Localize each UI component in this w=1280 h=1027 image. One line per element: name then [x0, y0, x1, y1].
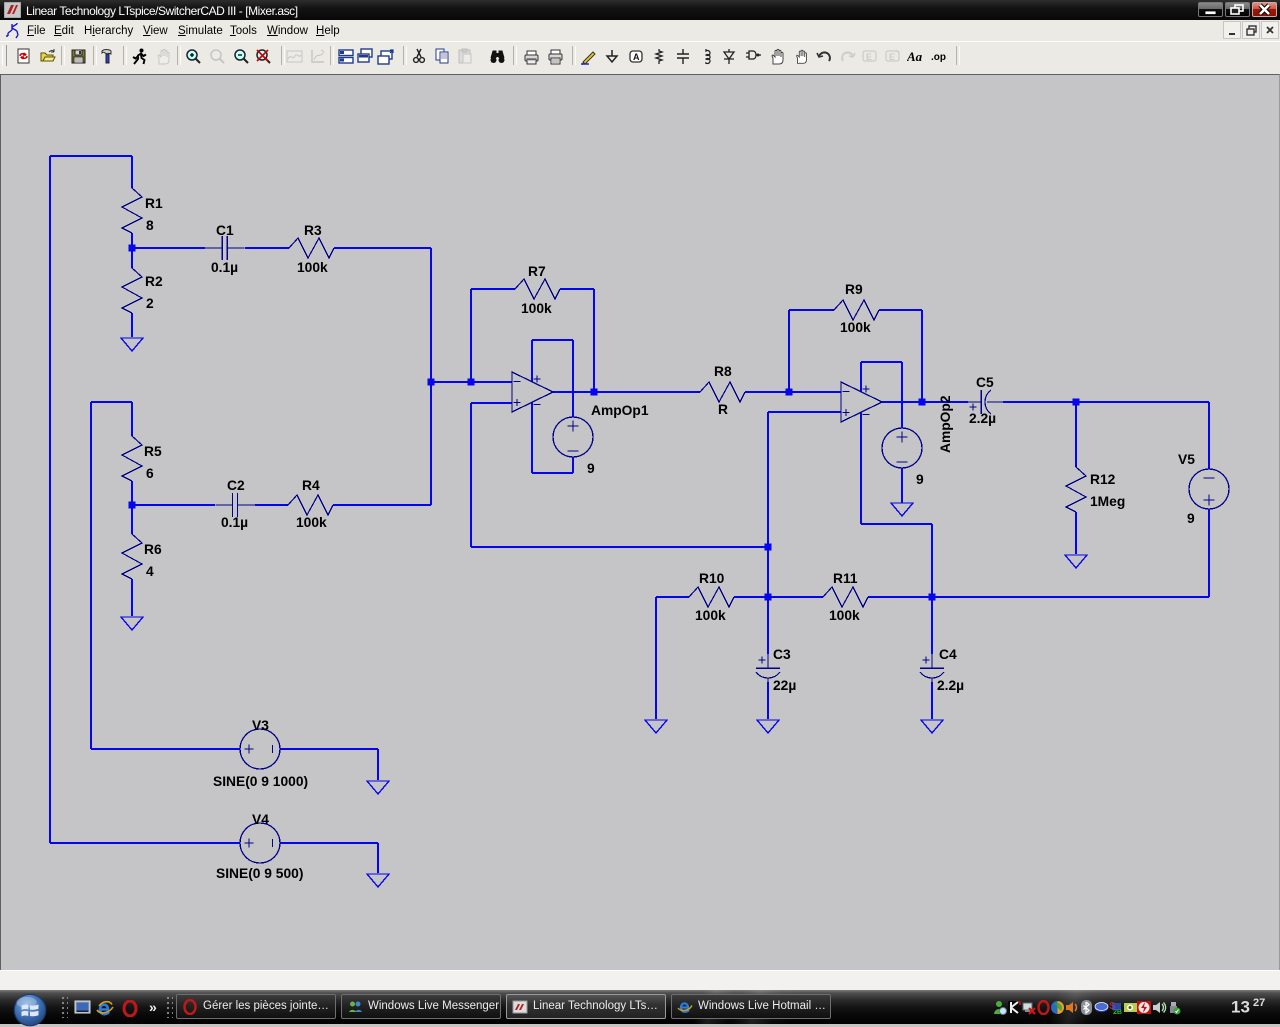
svg-text:C2: C2 [227, 478, 245, 493]
svg-text:R: R [718, 402, 728, 417]
svg-text:0.1µ: 0.1µ [211, 260, 238, 275]
svg-text:100k: 100k [840, 320, 871, 335]
svg-text:100k: 100k [521, 301, 552, 316]
svg-text:0.1µ: 0.1µ [221, 515, 248, 530]
svg-text:9: 9 [587, 461, 595, 476]
svg-text:2.2µ: 2.2µ [969, 411, 996, 426]
svg-text:E: E [889, 52, 895, 62]
svg-text:R9: R9 [845, 282, 863, 297]
svg-text:R1: R1 [145, 196, 163, 211]
svg-text:R12: R12 [1090, 472, 1116, 487]
svg-text:V3: V3 [252, 718, 269, 733]
svg-text:A: A [633, 52, 640, 62]
svg-text:6: 6 [146, 466, 154, 481]
svg-text:R7: R7 [528, 264, 546, 279]
svg-text:100k: 100k [829, 608, 860, 623]
svg-text:R5: R5 [144, 444, 162, 459]
svg-text:AmpOp2: AmpOp2 [938, 395, 953, 453]
svg-text:AmpOp1: AmpOp1 [591, 403, 649, 418]
svg-text:V5: V5 [1178, 452, 1195, 467]
svg-text:100k: 100k [297, 260, 328, 275]
svg-text:C4: C4 [939, 647, 957, 662]
svg-text:Aa: Aa [907, 49, 923, 64]
svg-text:R11: R11 [833, 571, 858, 586]
svg-text:V4: V4 [252, 812, 269, 827]
svg-text:C3: C3 [773, 647, 791, 662]
svg-text:8: 8 [146, 218, 154, 233]
svg-text:C1: C1 [216, 223, 234, 238]
svg-text:R3: R3 [304, 223, 322, 238]
svg-text:2: 2 [146, 296, 154, 311]
svg-text:1Meg: 1Meg [1090, 494, 1125, 509]
svg-text:9: 9 [1187, 511, 1195, 526]
svg-text:9: 9 [916, 472, 924, 487]
svg-text:R2: R2 [145, 274, 163, 289]
svg-text:SINE(0 9 500): SINE(0 9 500) [216, 866, 303, 881]
svg-text:.op: .op [931, 52, 946, 63]
svg-text:C5: C5 [976, 375, 994, 390]
svg-text:4: 4 [146, 564, 154, 579]
svg-text:SINE(0 9 1000): SINE(0 9 1000) [213, 774, 308, 789]
svg-text:22µ: 22µ [773, 678, 796, 693]
svg-text:2.2µ: 2.2µ [937, 678, 964, 693]
svg-text:R10: R10 [699, 571, 725, 586]
svg-text:E: E [866, 52, 872, 62]
svg-text:100k: 100k [695, 608, 726, 623]
svg-text:R6: R6 [144, 542, 162, 557]
svg-text:100k: 100k [296, 515, 327, 530]
svg-text:R4: R4 [302, 478, 320, 493]
svg-text:R8: R8 [714, 364, 732, 379]
